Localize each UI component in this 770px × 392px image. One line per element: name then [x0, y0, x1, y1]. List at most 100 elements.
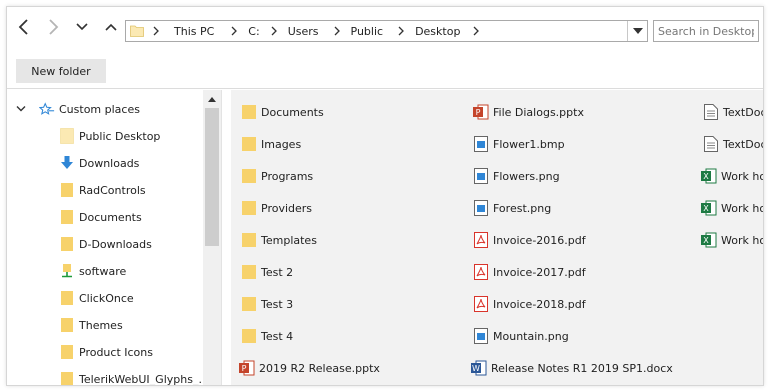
tree-label: ClickOnce [79, 291, 134, 305]
tree-item-radcontrols[interactable]: RadControls [59, 179, 146, 201]
scroll-up-button[interactable] [203, 92, 221, 106]
pdf-icon [473, 296, 489, 312]
tree-item-clickonce[interactable]: ClickOnce [59, 287, 134, 309]
tree-root-custom-places[interactable]: Custom places [7, 98, 140, 120]
tree-item-downloads[interactable]: Downloads [59, 152, 139, 174]
folder-light-icon [59, 128, 75, 144]
folder-icon [241, 328, 257, 344]
forward-button[interactable] [40, 14, 66, 40]
scrollbar-thumb[interactable] [205, 108, 219, 246]
tree-label: Public Desktop [79, 129, 161, 143]
breadcrumb-desktop[interactable]: Desktop [411, 25, 464, 38]
file-item-2019-r2-release[interactable]: P 2019 R2 Release.pptx [239, 357, 380, 379]
file-item-flower1-bmp[interactable]: Flower1.bmp [473, 133, 565, 155]
tree-item-telerikwebui-glyphs[interactable]: TelerikWebUI_Glyphs_... [59, 368, 209, 385]
folder-icon [59, 344, 75, 360]
file-item-text-document-1[interactable]: TextDocu [703, 101, 763, 123]
file-label: Mountain.png [493, 329, 569, 343]
file-label: Invoice-2016.pdf [493, 233, 586, 247]
folder-icon [130, 25, 144, 37]
file-item-test-3[interactable]: Test 3 [241, 293, 293, 315]
back-button[interactable] [11, 14, 37, 40]
folder-icon [241, 296, 257, 312]
file-item-programs[interactable]: Programs [241, 165, 313, 187]
breadcrumb-this-pc[interactable]: This PC [170, 25, 218, 38]
breadcrumb-separator[interactable] [264, 21, 284, 41]
file-item-invoice-2016[interactable]: Invoice-2016.pdf [473, 229, 586, 251]
file-item-file-dialogs-pptx[interactable]: P File Dialogs.pptx [473, 101, 584, 123]
pane-splitter[interactable] [221, 90, 231, 385]
folder-icon [241, 232, 257, 248]
tree-item-d-downloads[interactable]: D-Downloads [59, 233, 152, 255]
file-label: Documents [261, 105, 324, 119]
image-icon [473, 200, 489, 216]
folder-icon [241, 168, 257, 184]
chevron-right-icon [271, 26, 277, 36]
star-places-icon [39, 101, 55, 117]
tree-label: Custom places [59, 102, 140, 116]
file-label: Release Notes R1 2019 SP1.docx [491, 361, 673, 375]
file-item-images[interactable]: Images [241, 133, 301, 155]
chevron-down-icon [16, 106, 26, 112]
tree-item-themes[interactable]: Themes [59, 314, 123, 336]
file-item-work-hours-3[interactable]: X Work ho [701, 229, 763, 251]
file-item-test-2[interactable]: Test 2 [241, 261, 293, 283]
file-label: Programs [261, 169, 314, 183]
file-item-flowers-png[interactable]: Flowers.png [473, 165, 560, 187]
tree-item-documents[interactable]: Documents [59, 206, 142, 228]
breadcrumb-c-drive[interactable]: C: [244, 25, 263, 38]
file-list-pane: Documents Images Programs Providers Temp… [231, 90, 763, 385]
breadcrumb-separator[interactable] [146, 21, 166, 41]
up-button[interactable] [98, 14, 124, 40]
new-folder-button[interactable]: New folder [16, 59, 106, 83]
breadcrumb-separator[interactable] [466, 21, 486, 41]
tree-item-software[interactable]: software [59, 260, 126, 282]
powerpoint-icon: P [239, 360, 255, 376]
file-item-test-4[interactable]: Test 4 [241, 325, 293, 347]
file-label: Work ho [721, 201, 763, 215]
image-icon [473, 168, 489, 184]
breadcrumb-separator[interactable] [327, 21, 347, 41]
breadcrumb-users[interactable]: Users [284, 25, 323, 38]
breadcrumb-public[interactable]: Public [347, 25, 388, 38]
folder-icon [59, 317, 75, 333]
folder-icon [59, 209, 75, 225]
file-item-release-notes-docx[interactable]: W Release Notes R1 2019 SP1.docx [471, 357, 673, 379]
svg-text:P: P [476, 108, 481, 117]
triangle-down-icon [632, 28, 643, 34]
tree-label: Documents [79, 210, 142, 224]
file-item-mountain-png[interactable]: Mountain.png [473, 325, 569, 347]
file-item-work-hours-2[interactable]: X Work ho [701, 197, 763, 219]
breadcrumb-separator[interactable] [391, 21, 411, 41]
tree-label: D-Downloads [79, 237, 152, 251]
file-item-templates[interactable]: Templates [241, 229, 317, 251]
file-label: Images [261, 137, 302, 151]
recent-locations-button[interactable] [69, 14, 95, 40]
chevron-up-icon [105, 23, 117, 31]
file-item-work-hours-1[interactable]: X Work ho [701, 165, 763, 187]
download-arrow-icon [59, 155, 75, 171]
file-item-providers[interactable]: Providers [241, 197, 312, 219]
file-label: Work ho [721, 169, 763, 183]
file-item-forest-png[interactable]: Forest.png [473, 197, 551, 219]
file-item-documents[interactable]: Documents [241, 101, 324, 123]
address-dropdown-button[interactable] [627, 21, 647, 41]
address-bar[interactable]: This PC C: Users Public Desktop [125, 20, 648, 42]
file-label: Test 3 [261, 297, 294, 311]
file-item-text-document-2[interactable]: TextDocu [703, 133, 763, 155]
file-label: Providers [261, 201, 313, 215]
network-drive-icon [59, 263, 75, 279]
search-input[interactable] [653, 20, 759, 42]
file-label: Invoice-2018.pdf [493, 297, 586, 311]
folder-icon [59, 371, 75, 385]
horizontal-scrollbar[interactable] [231, 379, 763, 385]
tree-scrollbar[interactable] [203, 90, 221, 385]
breadcrumb-separator[interactable] [224, 21, 244, 41]
file-item-invoice-2018[interactable]: Invoice-2018.pdf [473, 293, 586, 315]
tree-item-public-desktop[interactable]: Public Desktop [59, 125, 160, 147]
file-item-invoice-2017[interactable]: Invoice-2017.pdf [473, 261, 586, 283]
file-label: Flower1.bmp [493, 137, 565, 151]
tree-item-product-icons[interactable]: Product Icons [59, 341, 153, 363]
tree-expand-toggle[interactable] [11, 99, 31, 119]
toolbar: New folder [7, 51, 763, 89]
